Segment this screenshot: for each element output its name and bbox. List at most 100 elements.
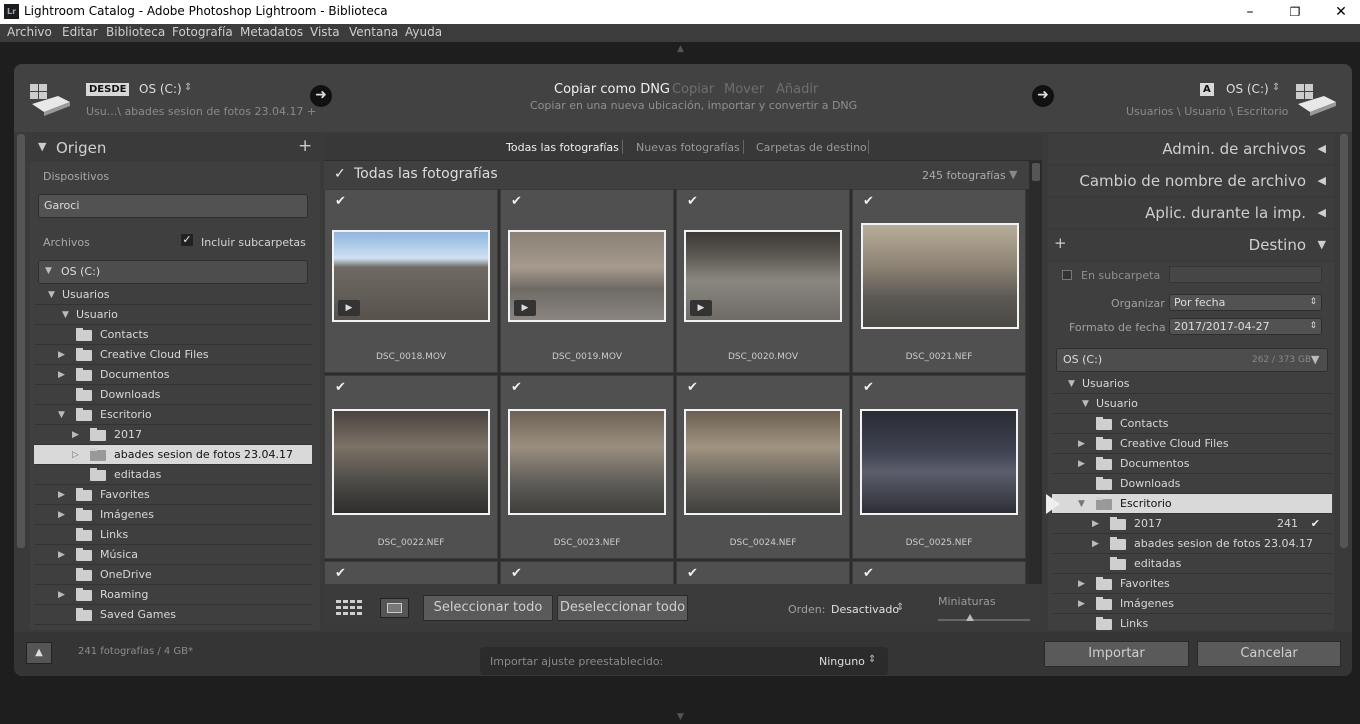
tree-item[interactable]: ▶ Documentos (34, 365, 312, 385)
source-drive-select[interactable]: OS (C:) (139, 82, 182, 96)
photo-cell[interactable]: ✔ DSC_0025.NEF (852, 375, 1026, 559)
photo-cell[interactable]: ✔ (500, 561, 674, 584)
tree-item[interactable]: ▶ Creative Cloud Files (1052, 434, 1332, 454)
tab-all-photos[interactable]: Todas las fotografías (506, 141, 619, 154)
expanded-triangle-icon[interactable]: ▼ (1078, 494, 1085, 514)
tree-item[interactable]: Contacts (1052, 414, 1332, 434)
mode-copy-dng[interactable]: Copiar como DNG (554, 82, 670, 97)
section-collapsed-triangle-icon[interactable]: ◀ (1318, 134, 1326, 164)
menu-vista[interactable]: Vista (310, 25, 340, 39)
menu-ayuda[interactable]: Ayuda (405, 25, 442, 39)
photo-cell[interactable]: ✔ (676, 561, 850, 584)
collapsed-triangle-icon[interactable]: ▶ (1092, 514, 1099, 534)
collapsed-triangle-icon[interactable]: ▶ (72, 425, 79, 445)
photo-checkbox[interactable]: ✔ (335, 566, 346, 581)
collapsed-triangle-icon[interactable]: ▶ (58, 505, 65, 525)
photo-cell[interactable]: ✔ DSC_0022.NEF (324, 375, 498, 559)
section-apply-during-import[interactable]: Aplic. durante la imp. ◀ (1048, 198, 1334, 228)
right-outer-scrollbar[interactable] (1340, 134, 1348, 548)
dest-drive-select[interactable]: OS (C:) (1226, 82, 1269, 96)
collapse-triangle-icon[interactable]: ▼ (38, 140, 46, 153)
tree-item[interactable]: ▶ 2017 241 ✔ (1052, 514, 1332, 534)
top-panel-triangle-icon[interactable]: ▲ (677, 44, 684, 54)
tree-item[interactable]: ▶ Favorites (1052, 574, 1332, 594)
menu-metadatos[interactable]: Metadatos (240, 25, 303, 39)
date-format-select[interactable]: 2017/2017-04-27 ⇕ (1169, 318, 1322, 335)
expanded-triangle-icon[interactable]: ▼ (48, 285, 55, 305)
tree-item[interactable]: Downloads (34, 385, 312, 405)
section-file-renaming[interactable]: Cambio de nombre de archivo ◀ (1048, 166, 1334, 196)
mode-copy[interactable]: Copiar (672, 82, 714, 97)
subfolder-checkbox[interactable] (1062, 270, 1072, 280)
menu-editar[interactable]: Editar (62, 25, 98, 39)
expanded-triangle-icon[interactable]: ▼ (1082, 394, 1089, 414)
import-button[interactable]: Importar (1044, 641, 1189, 667)
photo-checkbox[interactable]: ✔ (863, 194, 874, 209)
left-outer-scrollbar[interactable] (17, 134, 25, 548)
tree-item[interactable]: ▶ Imágenes (1052, 594, 1332, 614)
mode-move[interactable]: Mover (724, 82, 764, 97)
order-stepper-icon[interactable]: ⇕ (896, 602, 904, 613)
tree-item[interactable]: ▶ Música (34, 545, 312, 565)
dest-drive-icon[interactable] (1294, 82, 1338, 116)
deselect-all-button[interactable]: Deseleccionar todo (557, 595, 688, 621)
collapsed-triangle-icon[interactable]: ▶ (58, 365, 65, 385)
tree-item[interactable]: ▼ Usuarios (1052, 374, 1332, 394)
photo-thumbnail[interactable] (860, 409, 1018, 515)
add-source-icon[interactable]: + (298, 136, 312, 156)
photo-cell[interactable]: ✔ DSC_0023.NEF (500, 375, 674, 559)
photo-checkbox[interactable]: ✔ (511, 194, 522, 209)
tree-item[interactable]: ▼ Escritorio (1052, 494, 1332, 514)
source-drive-icon[interactable] (28, 82, 72, 116)
menu-biblioteca[interactable]: Biblioteca (106, 25, 165, 39)
select-all-button[interactable]: Seleccionar todo (423, 595, 553, 621)
source-drive-row[interactable]: ▼ OS (C:) (38, 260, 308, 284)
organize-select[interactable]: Por fecha ⇕ (1169, 294, 1322, 311)
tree-item[interactable]: ▷ abades sesion de fotos 23.04.17 (34, 445, 312, 465)
photo-cell[interactable]: ✔ (324, 561, 498, 584)
add-destination-icon[interactable]: + (1054, 228, 1067, 258)
tab-destination-folders[interactable]: Carpetas de destino (756, 141, 867, 154)
minimize-icon[interactable]: – (1240, 2, 1260, 22)
source-drive-stepper-icon[interactable]: ⇕ (184, 82, 192, 93)
close-icon[interactable]: ✕ (1331, 2, 1351, 22)
tree-item[interactable]: Saved Games (34, 605, 312, 625)
mode-add[interactable]: Añadir (776, 82, 818, 97)
menu-ventana[interactable]: Ventana (349, 25, 398, 39)
expanded-triangle-icon[interactable]: ▼ (62, 305, 69, 325)
photo-thumbnail[interactable] (332, 409, 490, 515)
grid-header-triangle-icon[interactable]: ▼ (1009, 168, 1017, 181)
photo-thumbnail[interactable]: ▶ (332, 230, 490, 322)
section-expanded-triangle-icon[interactable]: ▼ (1318, 230, 1326, 260)
menu-fotografia[interactable]: Fotografía (172, 25, 233, 39)
tree-item[interactable]: editadas (34, 465, 312, 485)
collapsed-triangle-icon[interactable]: ▶ (1078, 574, 1085, 594)
photo-checkbox[interactable]: ✔ (863, 380, 874, 395)
grid-view-icon[interactable] (334, 598, 364, 618)
collapsed-triangle-icon[interactable]: ▶ (1092, 534, 1099, 554)
menu-archivo[interactable]: Archivo (7, 25, 52, 39)
section-destination[interactable]: + Destino ▼ (1048, 230, 1334, 260)
tree-item[interactable]: Links (34, 525, 312, 545)
photo-cell[interactable]: ✔ (852, 561, 1026, 584)
photo-checkbox[interactable]: ✔ (511, 566, 522, 581)
select-all-checkbox[interactable]: ✓ (334, 166, 346, 182)
section-file-handling[interactable]: Admin. de archivos ◀ (1048, 134, 1334, 164)
photo-checkbox[interactable]: ✔ (687, 380, 698, 395)
tree-item[interactable]: Links (1052, 614, 1332, 630)
photo-checkbox[interactable]: ✔ (511, 380, 522, 395)
collapsed-triangle-icon[interactable]: ▶ (1078, 594, 1085, 614)
tree-item[interactable]: ▶ Documentos (1052, 454, 1332, 474)
tree-item[interactable]: ▼ Escritorio (34, 405, 312, 425)
photo-cell[interactable]: ✔ DSC_0024.NEF (676, 375, 850, 559)
loupe-view-icon[interactable] (380, 598, 409, 618)
tree-item[interactable]: ▶ abades sesion de fotos 23.04.17 (1052, 534, 1332, 554)
photo-cell[interactable]: ✔ ▶ DSC_0020.MOV (676, 189, 850, 373)
drive-expand-icon[interactable]: ▼ (45, 266, 52, 276)
collapse-dialog-icon[interactable]: ▲ (26, 642, 52, 664)
tree-item[interactable]: ▼ Usuario (34, 305, 312, 325)
tree-item[interactable]: ▶ Imágenes (34, 505, 312, 525)
bottom-panel-triangle-icon[interactable]: ▼ (677, 712, 684, 722)
preset-select[interactable]: Ninguno (819, 655, 865, 668)
preset-stepper-icon[interactable]: ⇕ (868, 654, 876, 665)
